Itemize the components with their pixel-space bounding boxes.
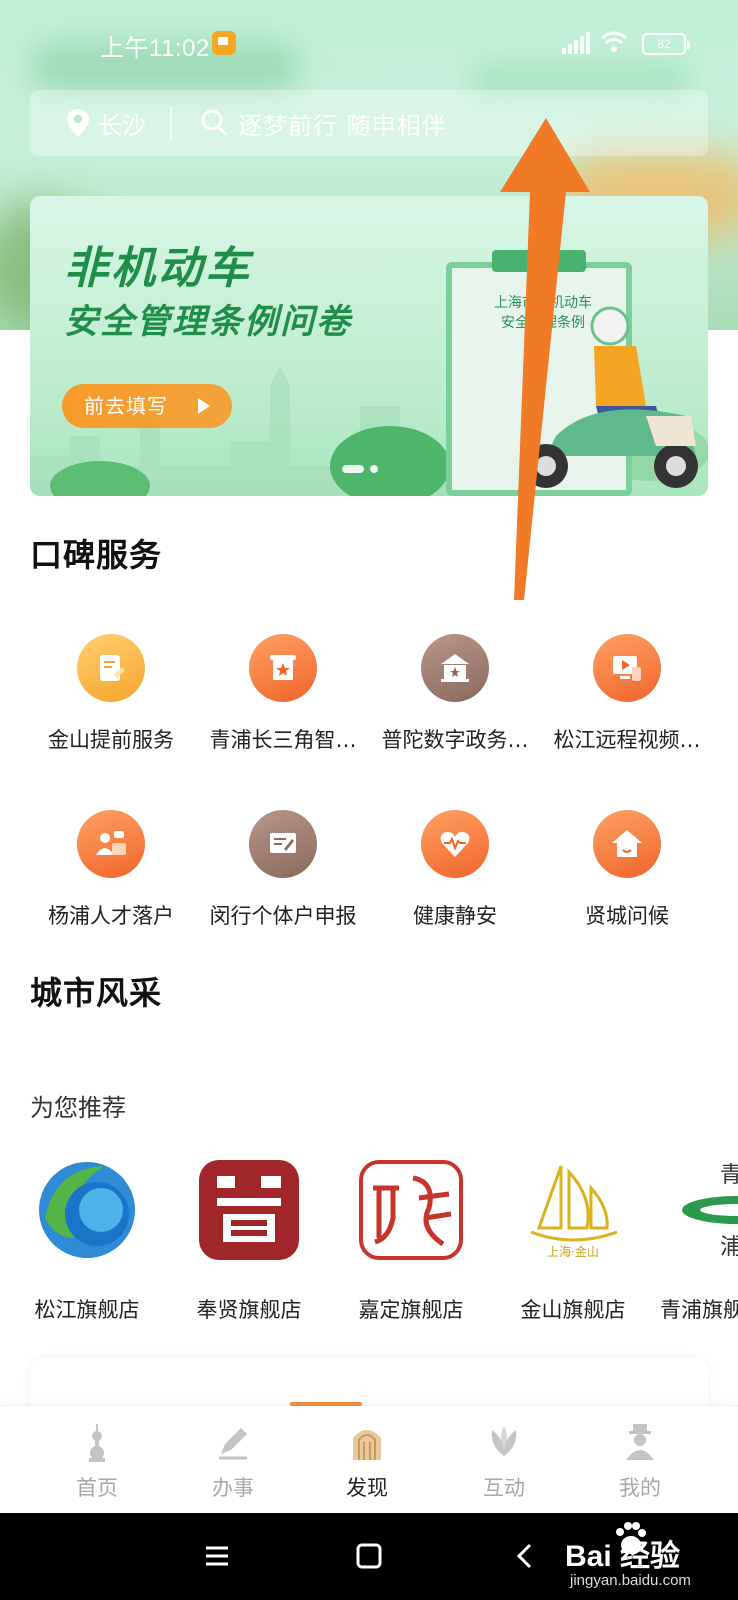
banner-title: 非机动车 bbox=[64, 243, 252, 294]
arch-icon bbox=[353, 1430, 381, 1460]
tab-label: 首页 bbox=[76, 1476, 118, 1500]
swipe-up-arrow-icon bbox=[500, 118, 590, 600]
jinshan-sail-logo-icon: 上海·金山 bbox=[530, 1165, 618, 1259]
document-pen-icon bbox=[77, 634, 145, 702]
store-item[interactable]: 松江旗舰店 bbox=[12, 1158, 162, 1324]
service-item[interactable]: 杨浦人才落户 bbox=[26, 810, 196, 930]
svg-text:青: 青 bbox=[720, 1163, 738, 1188]
store-item[interactable]: 嘉定旗舰店 bbox=[336, 1158, 486, 1324]
service-label: 杨浦人才落户 bbox=[48, 904, 174, 928]
services-section-title: 口碑服务 bbox=[30, 536, 163, 574]
search-divider bbox=[170, 106, 172, 140]
fill-survey-button[interactable]: 前去填写 bbox=[62, 384, 232, 428]
search-input[interactable]: 逐梦前行 随申相伴 bbox=[238, 106, 447, 141]
form-edit-icon bbox=[249, 810, 317, 878]
location-pin-icon[interactable] bbox=[66, 108, 90, 138]
store-label: 嘉定旗舰店 bbox=[358, 1298, 464, 1322]
notification-icon bbox=[212, 31, 236, 55]
tab-label: 发现 bbox=[346, 1476, 388, 1500]
tab-home[interactable]: 首页 bbox=[42, 1422, 152, 1502]
service-label: 闵行个体户申报 bbox=[209, 904, 357, 928]
svg-text:浦: 浦 bbox=[720, 1235, 738, 1260]
wifi-icon bbox=[601, 31, 627, 52]
service-label: 青浦长三角智… bbox=[209, 728, 357, 752]
tab-interact[interactable]: 互动 bbox=[449, 1422, 559, 1502]
service-label: 贤城问候 bbox=[585, 904, 669, 928]
store-label: 奉贤旗舰店 bbox=[196, 1298, 302, 1322]
magnolia-icon bbox=[491, 1426, 517, 1456]
tab-profile[interactable]: 我的 bbox=[585, 1422, 695, 1502]
service-item[interactable]: 金山提前服务 bbox=[26, 634, 196, 754]
banner-subtitle: 安全管理条例问卷 bbox=[64, 302, 352, 342]
bottom-tab-bar: 首页 办事 发现 互动 我的 bbox=[0, 1402, 738, 1513]
store-label: 金山旗舰店 bbox=[520, 1298, 626, 1322]
battery-icon: 82 bbox=[642, 33, 690, 55]
home-button-icon[interactable] bbox=[352, 1541, 386, 1571]
active-tab-indicator bbox=[290, 1402, 362, 1406]
search-icon[interactable] bbox=[200, 108, 228, 136]
status-time: 上午11:02 bbox=[100, 35, 210, 62]
status-bar: 上午11:02 82 bbox=[0, 0, 738, 90]
watermark-site: jingyan.baidu.com bbox=[570, 1572, 691, 1589]
service-item[interactable]: 松江远程视频… bbox=[542, 634, 712, 754]
tab-label: 互动 bbox=[483, 1476, 525, 1500]
jiading-seal-icon bbox=[359, 1160, 463, 1260]
tower-icon bbox=[89, 1424, 105, 1462]
store-label: 青浦旗舰店 bbox=[660, 1298, 738, 1322]
tab-label: 我的 bbox=[619, 1476, 661, 1500]
signal-icon bbox=[562, 32, 590, 54]
recommend-title: 为您推荐 bbox=[30, 1094, 126, 1122]
service-item[interactable]: 贤城问候 bbox=[542, 810, 712, 930]
city-section-title: 城市风采 bbox=[30, 974, 163, 1012]
government-building-icon bbox=[421, 634, 489, 702]
back-icon[interactable] bbox=[508, 1541, 542, 1571]
carousel-dots bbox=[342, 458, 384, 477]
watermark-brand: Bai 经验 bbox=[565, 1540, 681, 1573]
award-banner-icon bbox=[249, 634, 317, 702]
service-label: 健康静安 bbox=[413, 904, 497, 928]
tab-discover[interactable]: 发现 bbox=[312, 1422, 422, 1502]
home-icon bbox=[593, 810, 661, 878]
store-item[interactable]: 奉贤旗舰店 bbox=[174, 1158, 324, 1324]
tab-services[interactable]: 办事 bbox=[178, 1422, 288, 1502]
svg-text:上海·金山: 上海·金山 bbox=[547, 1244, 599, 1259]
fill-survey-label: 前去填写 bbox=[84, 394, 168, 418]
menu-icon[interactable] bbox=[200, 1541, 234, 1571]
video-play-icon bbox=[593, 634, 661, 702]
pen-icon bbox=[219, 1428, 247, 1460]
store-item[interactable]: 上海·金山 金山旗舰店 bbox=[498, 1158, 648, 1324]
service-item[interactable]: 青浦长三角智… bbox=[198, 634, 368, 754]
service-item[interactable]: 闵行个体户申报 bbox=[198, 810, 368, 930]
service-item[interactable]: 健康静安 bbox=[370, 810, 540, 930]
location-text[interactable]: 长沙 bbox=[98, 106, 146, 141]
tab-label: 办事 bbox=[212, 1476, 254, 1500]
qingpu-logo-icon: 青 浦 bbox=[682, 1163, 738, 1260]
store-item[interactable]: 青 浦 青浦旗舰店 bbox=[660, 1158, 738, 1324]
fengxian-seal-icon bbox=[199, 1160, 299, 1260]
service-item[interactable]: 普陀数字政务… bbox=[370, 634, 540, 754]
service-label: 松江远程视频… bbox=[553, 728, 701, 752]
play-arrow-icon bbox=[198, 398, 210, 414]
heart-pulse-icon bbox=[421, 810, 489, 878]
songjiang-logo-icon bbox=[39, 1162, 135, 1258]
person-id-icon bbox=[77, 810, 145, 878]
service-label: 金山提前服务 bbox=[48, 728, 174, 752]
store-label: 松江旗舰店 bbox=[34, 1298, 140, 1322]
service-label: 普陀数字政务… bbox=[381, 728, 529, 752]
person-icon bbox=[626, 1424, 654, 1460]
